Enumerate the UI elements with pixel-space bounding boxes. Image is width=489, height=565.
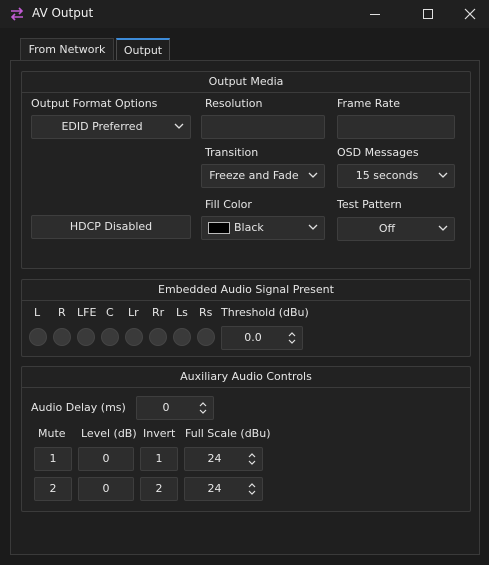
resolution-label: Resolution: [205, 97, 263, 110]
tab-output[interactable]: Output: [116, 38, 170, 60]
output-format-value: EDID Preferred: [61, 120, 143, 133]
test-pattern-label: Test Pattern: [337, 198, 402, 211]
signal-indicator-rs: [197, 328, 215, 346]
threshold-spinbox[interactable]: 0.0: [221, 326, 303, 350]
hdcp-disabled-button[interactable]: HDCP Disabled: [31, 215, 191, 239]
signal-indicator-ls: [173, 328, 191, 346]
output-format-combo[interactable]: EDID Preferred: [31, 115, 191, 139]
chevron-down-icon: [438, 172, 448, 178]
channel-label: R: [58, 306, 66, 319]
transition-combo[interactable]: Freeze and Fade: [201, 164, 325, 188]
audio-delay-spinbox[interactable]: 0: [136, 396, 214, 420]
signal-indicator-lr: [125, 328, 143, 346]
audio-delay-value: 0: [162, 401, 170, 414]
chevron-down-icon: [308, 224, 318, 230]
chevron-down-icon: [308, 172, 318, 178]
invert-header: Invert: [143, 427, 176, 440]
signal-indicator-lfe: [77, 328, 95, 346]
channel-label: Rr: [152, 306, 165, 319]
full-scale-spinbox-2[interactable]: 24: [184, 477, 263, 501]
mute-button-1[interactable]: 1: [34, 447, 72, 471]
minimize-icon: [370, 13, 380, 15]
frame-rate-field: [337, 115, 455, 139]
minimize-button[interactable]: [352, 0, 398, 28]
full-scale-value: 24: [207, 452, 222, 465]
transition-value: Freeze and Fade: [209, 169, 299, 182]
spin-arrows-icon[interactable]: [247, 481, 257, 497]
test-pattern-combo[interactable]: Off: [337, 217, 455, 241]
fill-color-combo[interactable]: Black: [201, 216, 325, 240]
tab-from-network[interactable]: From Network: [20, 38, 114, 60]
group-title-embedded-audio: Embedded Audio Signal Present: [22, 280, 470, 301]
group-title-aux-audio: Auxiliary Audio Controls: [22, 367, 470, 388]
full-scale-header: Full Scale (dBu): [185, 427, 271, 440]
level-field-1[interactable]: 0: [78, 447, 134, 471]
channel-label: Rs: [199, 306, 213, 319]
close-icon: [464, 8, 476, 20]
fill-color-label: Fill Color: [205, 198, 252, 211]
swap-arrows-icon: [10, 7, 24, 21]
level-header: Level (dB): [81, 427, 137, 440]
resolution-field: [201, 115, 325, 139]
mute-button-2[interactable]: 2: [34, 477, 72, 501]
chevron-down-icon: [438, 225, 448, 231]
mute-header: Mute: [38, 427, 66, 440]
maximize-icon: [423, 9, 433, 19]
channel-label: L: [34, 306, 41, 319]
color-swatch: [208, 222, 230, 234]
full-scale-spinbox-1[interactable]: 24: [184, 447, 263, 471]
spin-arrows-icon[interactable]: [198, 400, 208, 416]
osd-messages-value: 15 seconds: [355, 169, 419, 182]
signal-indicator-rr: [149, 328, 167, 346]
title-bar: AV Output: [0, 0, 489, 28]
threshold-label: Threshold (dBu): [221, 306, 309, 319]
group-title-output-media: Output Media: [22, 72, 470, 93]
channel-label: C: [106, 306, 114, 319]
full-scale-value: 24: [207, 482, 222, 495]
level-field-2[interactable]: 0: [78, 477, 134, 501]
output-format-label: Output Format Options: [31, 97, 158, 110]
close-button[interactable]: [447, 0, 489, 28]
osd-messages-combo[interactable]: 15 seconds: [337, 164, 455, 188]
channel-label: Lr: [128, 306, 139, 319]
invert-button-2[interactable]: 2: [140, 477, 178, 501]
maximize-button[interactable]: [405, 0, 451, 28]
signal-indicator-c: [101, 328, 119, 346]
threshold-value: 0.0: [244, 331, 262, 344]
audio-delay-label: Audio Delay (ms): [31, 401, 126, 414]
spin-arrows-icon[interactable]: [287, 330, 297, 346]
channel-label: Ls: [176, 306, 188, 319]
frame-rate-label: Frame Rate: [337, 97, 400, 110]
transition-label: Transition: [205, 146, 259, 159]
invert-button-1[interactable]: 1: [140, 447, 178, 471]
signal-indicator-l: [29, 328, 47, 346]
test-pattern-value: Off: [378, 222, 396, 235]
window-title: AV Output: [32, 6, 94, 20]
fill-color-value: Black: [234, 221, 264, 234]
channel-label: LFE: [77, 306, 97, 319]
signal-indicator-r: [53, 328, 71, 346]
spin-arrows-icon[interactable]: [247, 451, 257, 467]
osd-messages-label: OSD Messages: [337, 146, 419, 159]
chevron-down-icon: [174, 123, 184, 129]
